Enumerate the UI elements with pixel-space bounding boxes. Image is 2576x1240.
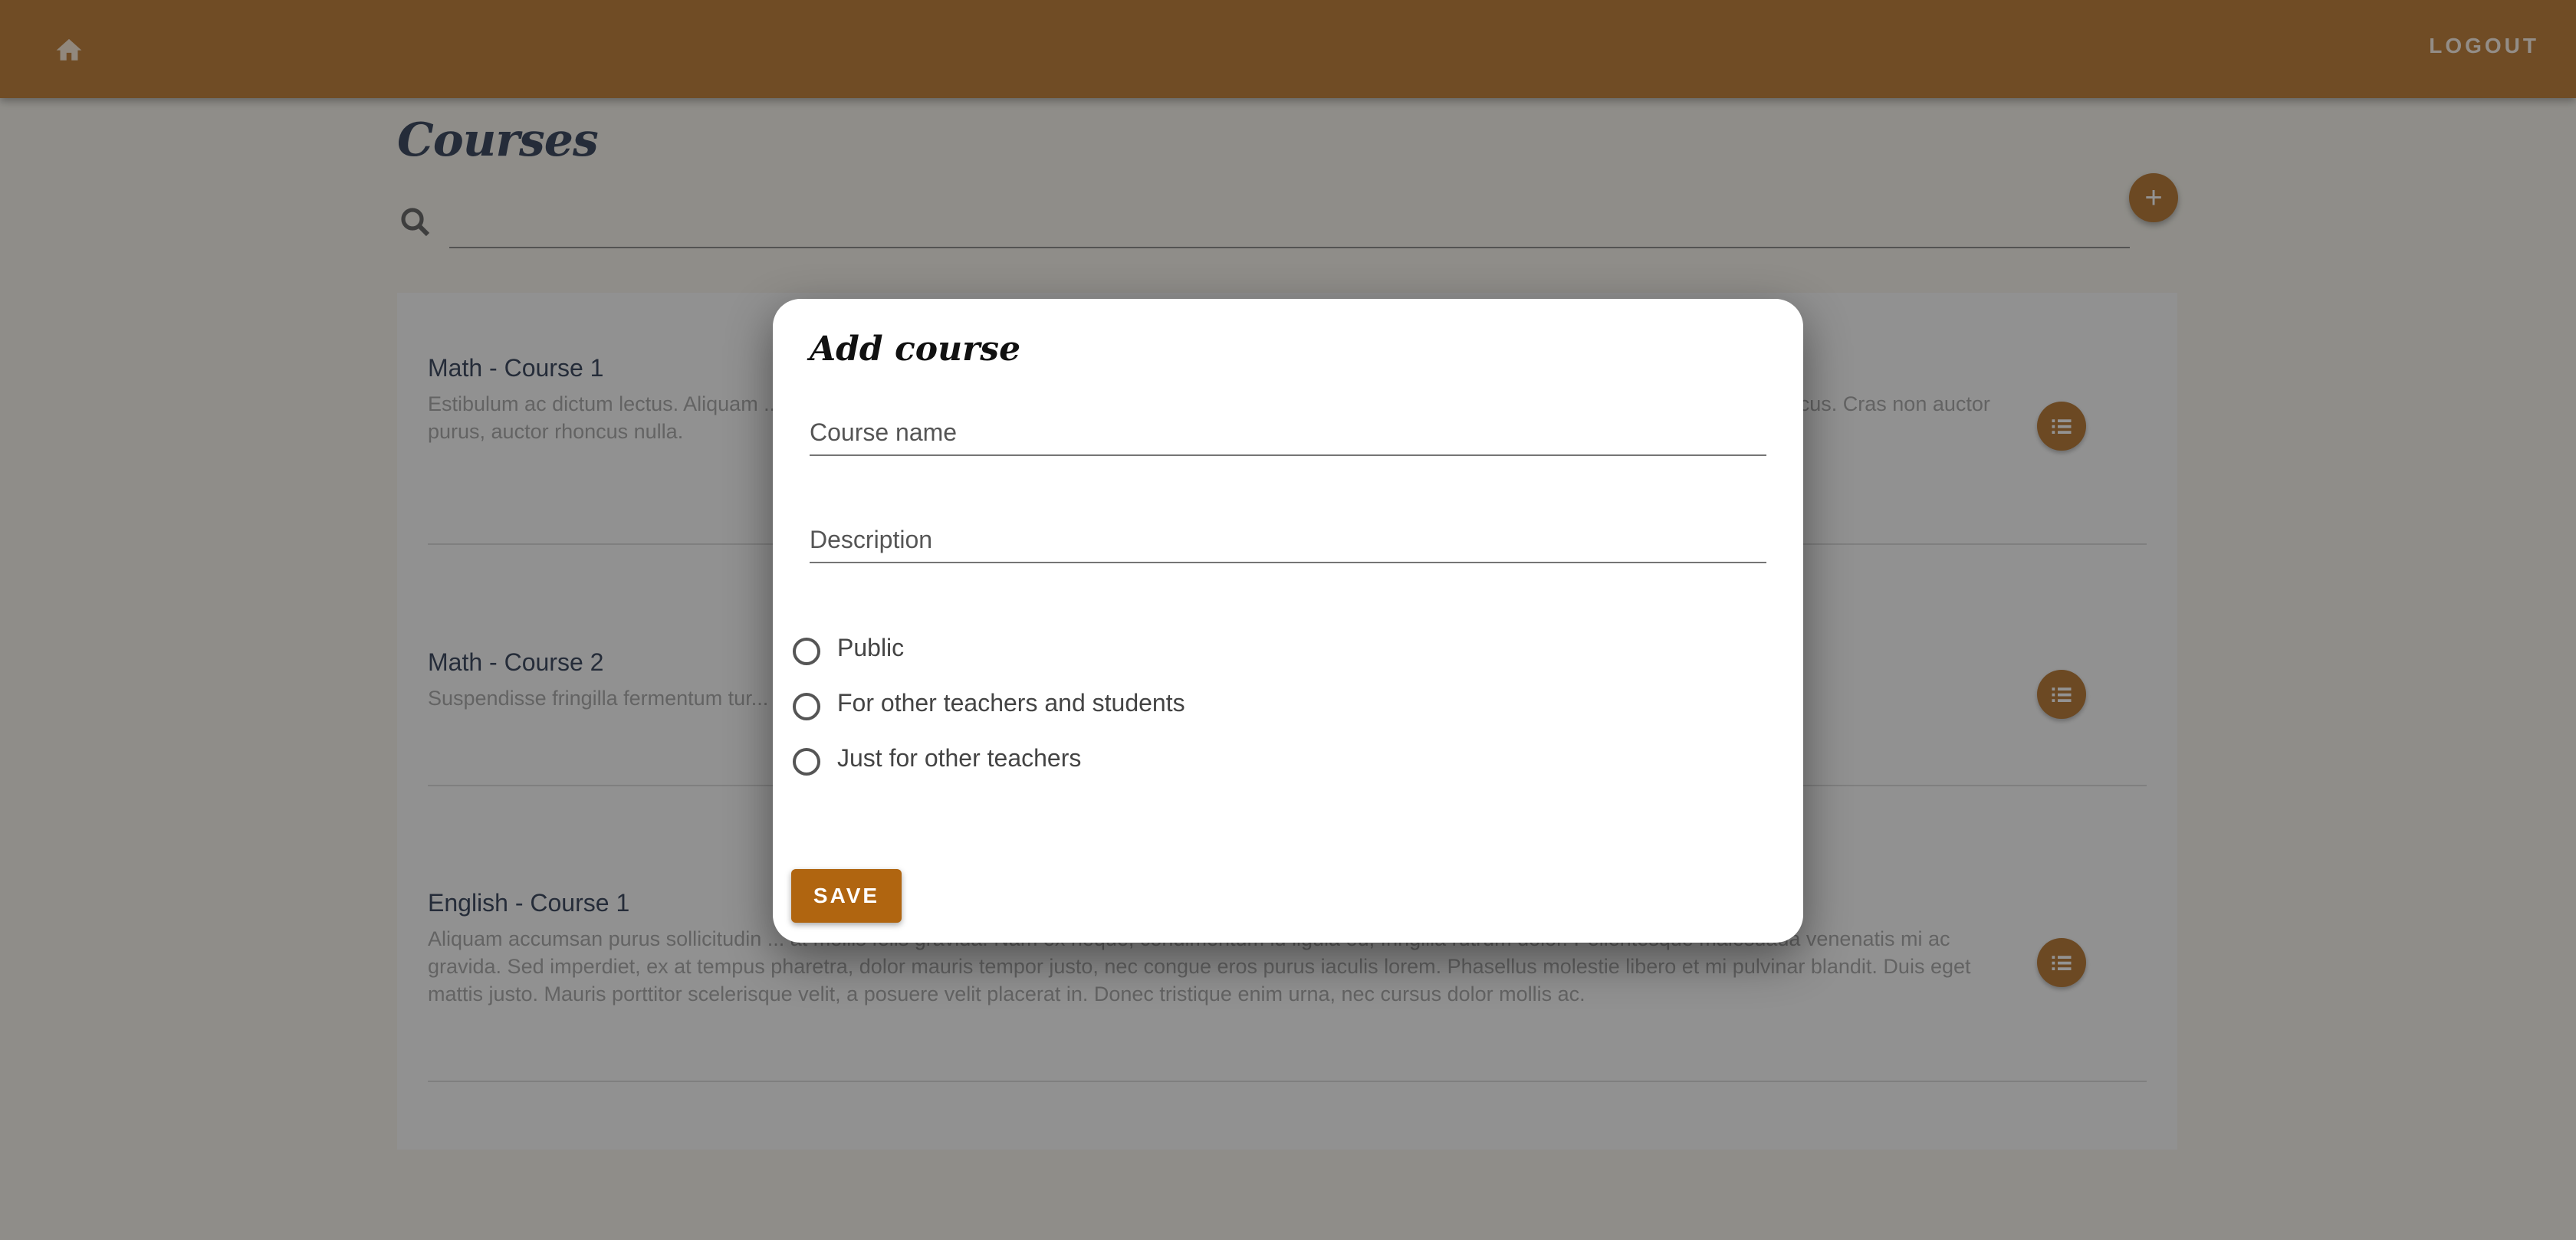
radio-label: Public — [837, 633, 905, 661]
visibility-option-teachers[interactable]: Just for other teachers — [793, 740, 1081, 776]
visibility-option-teachers-students[interactable]: For other teachers and students — [793, 685, 1185, 720]
course-name-field — [810, 418, 1766, 456]
course-name-input[interactable] — [810, 418, 1766, 454]
save-button[interactable]: SAVE — [791, 869, 902, 923]
visibility-option-public[interactable]: Public — [793, 630, 904, 665]
dialog-title: Add course — [810, 330, 1021, 369]
add-course-dialog: Add course Public For other teachers and… — [773, 299, 1803, 943]
description-field — [810, 526, 1766, 563]
radio-label: Just for other teachers — [837, 743, 1082, 772]
description-input[interactable] — [810, 526, 1766, 562]
radio-button[interactable] — [793, 638, 820, 665]
radio-button[interactable] — [793, 693, 820, 720]
radio-button[interactable] — [793, 748, 820, 776]
radio-label: For other teachers and students — [837, 688, 1185, 717]
field-underline — [810, 562, 1766, 563]
field-underline — [810, 454, 1766, 456]
